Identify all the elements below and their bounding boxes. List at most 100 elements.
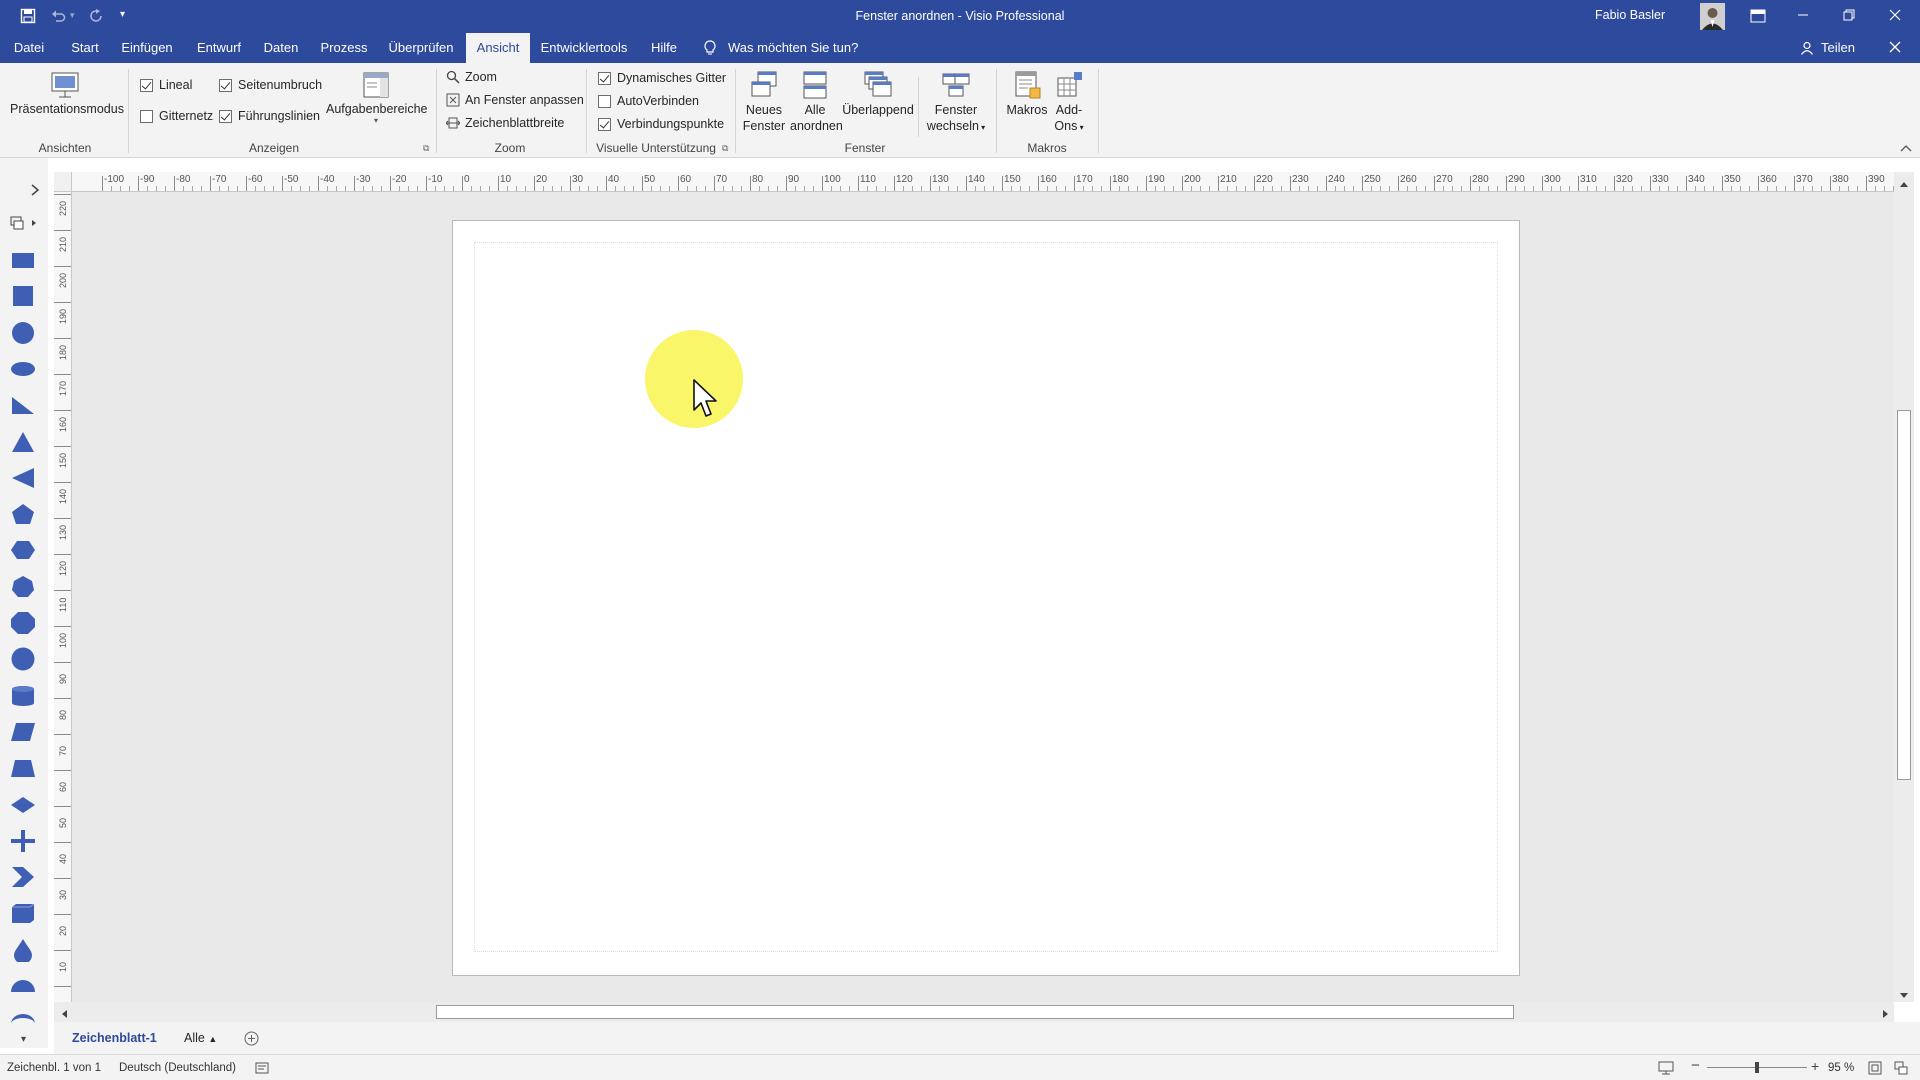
cube-shape-icon[interactable] [10, 901, 36, 925]
heptagon-shape-icon[interactable] [10, 575, 36, 599]
checkbox-verbindungspunkte[interactable]: Verbindungspunkte [598, 117, 724, 131]
pentagon-shape-icon[interactable] [10, 502, 36, 526]
add-ons-button[interactable]: Add- Ons ▾ [1050, 70, 1088, 136]
half-circle-shape-icon[interactable] [10, 974, 36, 998]
drop-shape-icon[interactable] [10, 938, 36, 964]
tab-datei[interactable]: Datei [6, 33, 52, 63]
scroll-right-icon[interactable] [1882, 1007, 1890, 1022]
scroll-up-icon[interactable] [1899, 176, 1909, 191]
undo-dropdown-icon[interactable]: ▾ [70, 10, 75, 21]
checkbox-seitenumbruch[interactable]: Seitenumbruch [219, 78, 322, 92]
diamond-shape-icon[interactable] [10, 793, 36, 817]
dialog-launcher-icon[interactable]: ⧉ [423, 143, 429, 154]
presentation-view-icon[interactable] [1658, 1061, 1674, 1078]
presentation-mode-button[interactable]: Präsentationsmodus [10, 71, 124, 117]
cascade-button[interactable]: Überlappend [842, 70, 914, 118]
switch-windows-icon[interactable] [1894, 1061, 1908, 1078]
customize-qat-icon[interactable]: ▾ [120, 9, 125, 20]
left-triangle-shape-icon[interactable] [10, 466, 36, 490]
macros-button[interactable]: Makros [1002, 70, 1052, 118]
octagon-shape-icon[interactable] [10, 611, 36, 635]
right-triangle-shape-icon[interactable] [10, 393, 36, 417]
decagon-shape-icon[interactable] [10, 647, 36, 671]
page-width-button[interactable]: Zeichenblattbreite [446, 116, 564, 130]
arrange-all-button[interactable]: Alle anordnen [790, 70, 843, 134]
circle-shape-icon[interactable] [10, 321, 36, 345]
dialog-launcher-icon[interactable]: ⧉ [722, 143, 728, 154]
sheet-tab-zeichenblatt-1[interactable]: Zeichenblatt-1 [72, 1022, 157, 1054]
crescent-shape-icon[interactable] [10, 1010, 36, 1034]
more-shapes-icon[interactable]: ▾ [21, 1034, 26, 1045]
fit-page-icon[interactable] [1868, 1061, 1882, 1078]
rectangle-shape-icon[interactable] [10, 248, 36, 272]
checkbox-dynamisches-gitter-box[interactable] [598, 71, 611, 85]
tab-start[interactable]: Start [66, 33, 104, 63]
zoom-button[interactable]: Zoom [446, 70, 497, 84]
shapes-stencil-icon[interactable] [10, 216, 40, 233]
page-indicator[interactable]: Zeichenbl. 1 von 1 [7, 1055, 101, 1080]
language-indicator[interactable]: Deutsch (Deutschland) [119, 1055, 236, 1080]
add-sheet-icon[interactable] [244, 1031, 259, 1049]
tab-daten[interactable]: Daten [258, 33, 304, 63]
all-sheets-button[interactable]: Alle ▲ [184, 1022, 217, 1054]
ruler-tick-label: -70 [212, 174, 227, 185]
checkbox-lineal[interactable]: Lineal [140, 78, 192, 92]
restore-icon[interactable] [1842, 8, 1856, 25]
checkbox-gitternetz[interactable]: Gitternetz [140, 109, 213, 123]
tab-entwurf[interactable]: Entwurf [190, 33, 248, 63]
parallelogram-shape-icon[interactable] [10, 720, 36, 744]
tell-me-search[interactable]: Was möchten Sie tun? [728, 33, 858, 63]
checkbox-seitenumbruch-box[interactable] [219, 78, 232, 92]
checkbox-gitternetz-box[interactable] [140, 109, 153, 123]
scroll-down-icon[interactable] [1899, 988, 1909, 1003]
tab-entwicklertools[interactable]: Entwicklertools [538, 33, 630, 63]
macro-record-icon[interactable] [255, 1061, 269, 1078]
checkbox-verbindungspunkte-box[interactable] [598, 117, 611, 131]
share-icon[interactable] [1800, 41, 1814, 58]
tab-hilfe[interactable]: Hilfe [644, 33, 684, 63]
zoom-level[interactable]: 95 % [1828, 1055, 1854, 1080]
ribbon-display-options-icon[interactable] [1750, 9, 1766, 26]
collapse-ribbon-icon[interactable] [1900, 141, 1912, 156]
share-button[interactable]: Teilen [1818, 33, 1858, 63]
fit-to-window-button[interactable]: An Fenster anpassen [446, 93, 584, 107]
tab-prozess[interactable]: Prozess [316, 33, 372, 63]
close-ribbon-icon[interactable] [1889, 41, 1901, 56]
vertical-scroll-thumb[interactable] [1897, 410, 1911, 780]
close-icon[interactable] [1888, 8, 1902, 25]
zoom-in-icon[interactable]: + [1811, 1058, 1819, 1074]
undo-icon[interactable] [50, 8, 66, 27]
checkbox-autoverbinden-box[interactable] [598, 94, 611, 108]
horizontal-scroll-thumb[interactable] [436, 1005, 1514, 1019]
checkbox-fuehrungslinien[interactable]: Führungslinien [219, 109, 320, 123]
zoom-out-icon[interactable]: − [1691, 1057, 1700, 1074]
avatar[interactable] [1700, 3, 1725, 30]
triangle-shape-icon[interactable] [10, 430, 36, 454]
square-shape-icon[interactable] [10, 284, 36, 308]
tab-ansicht[interactable]: Ansicht [466, 33, 530, 63]
minimize-icon[interactable] [1796, 8, 1810, 25]
scroll-left-icon[interactable] [60, 1007, 68, 1022]
hexagon-shape-icon[interactable] [10, 538, 36, 562]
cross-shape-icon[interactable] [10, 829, 36, 853]
vertical-scrollbar[interactable] [1894, 172, 1914, 1002]
switch-windows-button[interactable]: Fenster wechseln ▾ [922, 70, 990, 136]
user-name[interactable]: Fabio Basler [1595, 0, 1665, 33]
redo-icon[interactable] [88, 8, 104, 27]
tab-einfuegen[interactable]: Einfügen [118, 33, 176, 63]
trapezoid-shape-icon[interactable] [10, 756, 36, 780]
zoom-slider-thumb[interactable] [1755, 1062, 1759, 1073]
save-icon[interactable] [20, 8, 36, 27]
checkbox-lineal-box[interactable] [140, 78, 153, 92]
checkbox-autoverbinden[interactable]: AutoVerbinden [598, 94, 699, 108]
ellipse-shape-icon[interactable] [10, 357, 36, 381]
checkbox-fuehrungslinien-box[interactable] [219, 109, 232, 123]
checkbox-dynamisches-gitter[interactable]: Dynamisches Gitter [598, 71, 726, 85]
can-shape-icon[interactable] [10, 684, 36, 708]
task-panes-button[interactable]: Aufgabenbereiche ▾ [326, 71, 427, 125]
new-window-button[interactable]: Neues Fenster [742, 70, 786, 134]
chevron-shape-icon[interactable] [10, 865, 36, 889]
tab-ueberpruefen[interactable]: Überprüfen [384, 33, 458, 63]
expand-shapes-icon[interactable] [30, 184, 40, 199]
horizontal-scrollbar[interactable] [54, 1002, 1894, 1022]
